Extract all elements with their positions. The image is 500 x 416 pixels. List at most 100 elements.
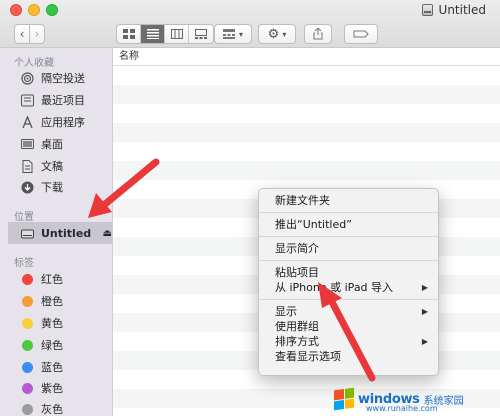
sidebar-item-downloads[interactable]: 下载: [20, 178, 112, 196]
sidebar-item-applications[interactable]: 应用程序: [20, 113, 112, 131]
menu-item-eject[interactable]: 推出“Untitled”: [259, 217, 438, 232]
menu-item-sort-by[interactable]: 排序方式 ▶: [259, 334, 438, 349]
sidebar-tag-orange[interactable]: 橙色: [20, 292, 112, 310]
action-button[interactable]: ⚙ ▾: [258, 24, 296, 44]
menu-separator: [259, 260, 438, 261]
list-icon: [146, 29, 159, 39]
menu-item-label: 显示简介: [275, 242, 319, 255]
list-row: [113, 66, 500, 85]
sidebar-tag-yellow[interactable]: 黄色: [20, 314, 112, 332]
minimize-window-button[interactable]: [28, 4, 40, 16]
drive-icon: [20, 226, 34, 240]
list-view-button[interactable]: [141, 25, 165, 43]
sidebar-item-airdrop[interactable]: 隔空投送: [20, 69, 112, 87]
desktop-icon: [20, 137, 34, 151]
submenu-arrow-icon: ▶: [421, 307, 428, 316]
menu-item-paste[interactable]: 粘贴项目: [259, 265, 438, 280]
sidebar-item-label: 隔空投送: [41, 72, 85, 85]
sidebar-item-label: 红色: [41, 273, 63, 286]
sidebar-item-label: 黄色: [41, 317, 63, 330]
sidebar-tag-purple[interactable]: 紫色: [20, 379, 112, 397]
menu-separator: [259, 236, 438, 237]
eject-icon[interactable]: ⏏: [103, 228, 112, 239]
chevron-down-icon: ▾: [282, 29, 287, 39]
watermark-url: www.runaihe.com: [366, 404, 438, 413]
sidebar: 个人收藏 隔空投送 最近项目 应用程序 桌面 文稿 下载 位置 Untitled…: [0, 48, 113, 416]
list-row: [113, 85, 500, 104]
sidebar-item-label: 桌面: [41, 138, 63, 151]
sidebar-item-label: 橙色: [41, 295, 63, 308]
share-icon: [313, 28, 323, 40]
sidebar-item-label: 文稿: [41, 160, 63, 173]
window-title: Untitled: [421, 3, 486, 17]
tag-dot-icon: [21, 273, 33, 285]
sidebar-item-label: 最近项目: [41, 94, 85, 107]
title-bar: Untitled ‹ › ▾ ⚙ ▾: [0, 0, 500, 48]
tag-dot-icon: [21, 317, 33, 329]
sidebar-item-recents[interactable]: 最近项目: [20, 91, 112, 109]
maximize-window-button[interactable]: [46, 4, 58, 16]
list-row: [113, 161, 500, 180]
locations-header: 位置: [14, 212, 34, 223]
tag-icon: [353, 30, 369, 38]
forward-button[interactable]: ›: [29, 24, 45, 44]
favorites-header: 个人收藏: [14, 58, 54, 69]
sidebar-tag-gray[interactable]: 灰色: [20, 400, 112, 416]
sidebar-item-desktop[interactable]: 桌面: [20, 135, 112, 153]
sidebar-item-label: 蓝色: [41, 361, 63, 374]
icon-grid-icon: [122, 29, 135, 39]
columns-icon: [170, 29, 183, 39]
window-title-label: Untitled: [438, 3, 486, 17]
chevron-down-icon: ▾: [238, 29, 243, 39]
airdrop-icon: [20, 71, 34, 85]
tag-dot-icon: [21, 382, 33, 394]
gear-icon: ⚙: [267, 26, 280, 42]
tag-dot-icon: [21, 295, 33, 307]
menu-item-get-info[interactable]: 显示简介: [259, 241, 438, 256]
group-grid-icon: [222, 29, 235, 39]
menu-item-label: 排序方式: [275, 335, 319, 348]
sidebar-item-untitled-drive[interactable]: Untitled ⏏: [20, 224, 112, 242]
tag-dot-icon: [21, 403, 33, 415]
downloads-icon: [20, 180, 34, 194]
menu-item-label: 查看显示选项: [275, 350, 341, 363]
sidebar-item-label: 下载: [41, 181, 63, 194]
tag-dot-icon: [21, 361, 33, 373]
submenu-arrow-icon: ▶: [421, 337, 428, 346]
menu-separator: [259, 212, 438, 213]
menu-item-label: 粘贴项目: [275, 266, 319, 279]
menu-item-new-folder[interactable]: 新建文件夹: [259, 193, 438, 208]
share-button[interactable]: [304, 24, 332, 44]
menu-item-label: 推出“Untitled”: [275, 218, 352, 231]
sidebar-item-label: 灰色: [41, 403, 63, 416]
sidebar-item-label: 绿色: [41, 339, 63, 352]
tags-header: 标签: [14, 258, 34, 269]
sidebar-tag-blue[interactable]: 蓝色: [20, 358, 112, 376]
sidebar-tag-red[interactable]: 红色: [20, 270, 112, 288]
group-by-button[interactable]: ▾: [214, 24, 252, 44]
column-header-name[interactable]: 名称: [113, 48, 500, 66]
menu-item-use-groups[interactable]: 使用群组: [259, 319, 438, 334]
recents-icon: [20, 93, 34, 107]
list-row: [113, 142, 500, 161]
context-menu: 新建文件夹 推出“Untitled” 显示简介 粘贴项目 从 iPhone 或 …: [258, 188, 439, 376]
close-window-button[interactable]: [10, 4, 22, 16]
sidebar-tag-green[interactable]: 绿色: [20, 336, 112, 354]
windows-logo-icon: [334, 387, 354, 411]
menu-item-import-from-iphone[interactable]: 从 iPhone 或 iPad 导入 ▶: [259, 280, 438, 295]
sidebar-item-documents[interactable]: 文稿: [20, 157, 112, 175]
back-button[interactable]: ‹: [14, 24, 30, 44]
gallery-view-button[interactable]: [189, 25, 213, 43]
menu-item-label: 显示: [275, 305, 297, 318]
menu-item-show-view[interactable]: 显示 ▶: [259, 304, 438, 319]
menu-item-label: 新建文件夹: [275, 194, 330, 207]
submenu-arrow-icon: ▶: [421, 283, 428, 292]
icon-view-button[interactable]: [117, 25, 141, 43]
tag-dot-icon: [21, 339, 33, 351]
menu-separator: [259, 299, 438, 300]
menu-item-show-view-options[interactable]: 查看显示选项: [259, 349, 438, 364]
menu-item-label: 使用群组: [275, 320, 319, 333]
applications-icon: [20, 115, 34, 129]
column-view-button[interactable]: [165, 25, 189, 43]
edit-tags-button[interactable]: [344, 24, 378, 44]
